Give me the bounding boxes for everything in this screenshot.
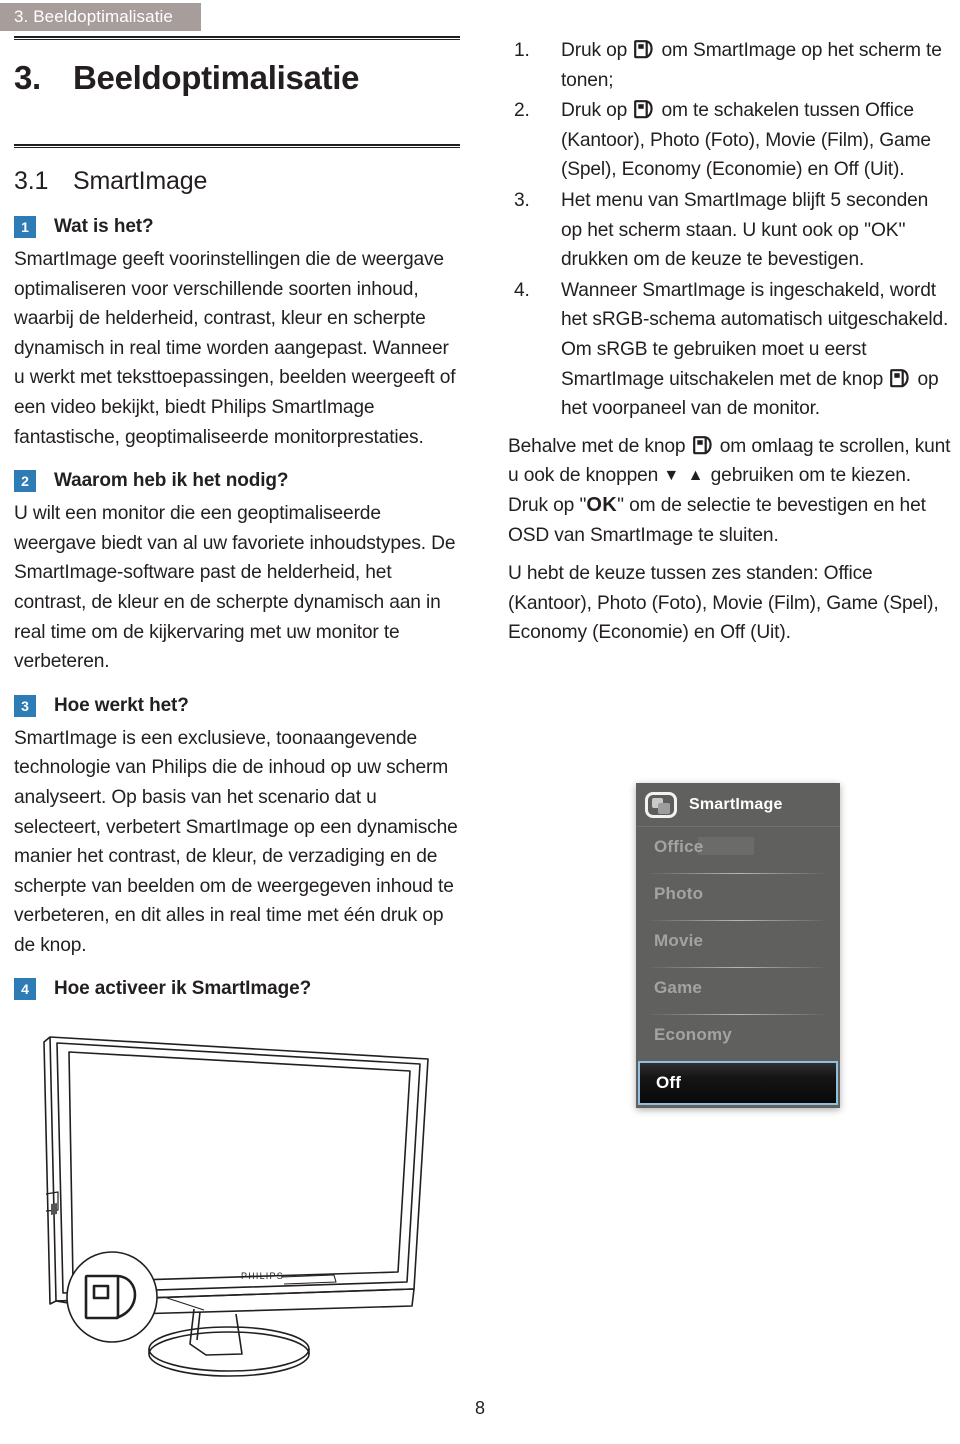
- right-column: 1. Druk op om SmartImage op het scherm te…: [508, 36, 952, 648]
- callout-circle: [66, 1251, 158, 1343]
- osd-item-economy[interactable]: Economy: [636, 1015, 840, 1059]
- osd-item-game-label: Game: [654, 978, 703, 997]
- step-item-1: 1. Druk op om SmartImage op het scherm te…: [508, 36, 952, 95]
- monitor-illustration: PHILIPS: [14, 1014, 460, 1396]
- step-marker-1: 1.: [514, 40, 530, 61]
- page-number: 8: [474, 1398, 485, 1418]
- subsection-label-2: Waarom heb ik het nodig?: [54, 470, 289, 492]
- badge-number-4: 4: [14, 978, 36, 1001]
- chapter-title: Beeldoptimalisatie: [73, 59, 360, 96]
- osd-item-economy-label: Economy: [654, 1025, 732, 1044]
- step-text-2a: Druk op: [561, 100, 633, 122]
- paragraph-how-it-works: SmartImage is een exclusieve, toonaangev…: [14, 727, 458, 956]
- smartimage-logo-icon: [645, 791, 677, 818]
- subsection-heading-2: 2 Waarom heb ik het nodig?: [14, 470, 460, 493]
- osd-title-bar: SmartImage: [636, 783, 840, 827]
- osd-item-photo-label: Photo: [654, 884, 704, 903]
- subsection-heading-4: 4 Hoe activeer ik SmartImage?: [14, 978, 460, 1001]
- osd-item-off-label: Off: [656, 1073, 682, 1092]
- smartimage-button-icon: [634, 40, 654, 59]
- section-number: 3.1: [14, 167, 49, 195]
- paragraph-six-modes: U hebt de keuze tussen zes standen: Offi…: [508, 563, 939, 644]
- smartimage-button-icon: [890, 368, 910, 388]
- osd-item-movie[interactable]: Movie: [636, 921, 840, 968]
- ok-button-label: OK: [586, 493, 617, 516]
- page-title: 3. Beeldoptimalisatie: [14, 56, 460, 100]
- osd-item-office-label: Office: [654, 837, 704, 856]
- down-up-arrow-icon: ▼ ▲: [663, 467, 706, 485]
- osd-item-game[interactable]: Game: [636, 968, 840, 1015]
- badge-number-1: 1: [14, 216, 36, 238]
- left-column: 3. Beeldoptimalisatie 3.1 SmartImage 1 Wat…: [14, 36, 460, 1007]
- monitor-brand-label: PHILIPS: [241, 1271, 284, 1281]
- subsection-label-1: Wat is het?: [54, 216, 154, 237]
- document-page: 3. Beeldoptimalisatie 3. Beeldoptimalisat…: [0, 0, 960, 1444]
- steps-list: 1. Druk op om SmartImage op het scherm te…: [508, 36, 952, 424]
- step-marker-4: 4.: [514, 279, 530, 301]
- section-title: 3.1 SmartImage: [14, 164, 460, 198]
- osd-title-label: SmartImage: [689, 795, 783, 813]
- osd-item-off-selected[interactable]: Off: [638, 1061, 838, 1105]
- subsection-label-4: Hoe activeer ik SmartImage?: [54, 978, 312, 1000]
- osd-item-photo[interactable]: Photo: [636, 874, 840, 921]
- paragraph-scroll-buttons: Behalve met de knop om omlaag te scrolle…: [508, 432, 952, 550]
- step-item-4: 4. Wanneer SmartImage is ingeschakeld, wo…: [508, 276, 952, 424]
- osd-item-office-bar: [698, 837, 754, 855]
- badge-number-3: 3: [14, 694, 36, 717]
- running-header: 3. Beeldoptimalisatie: [0, 3, 201, 31]
- subsection-heading-3: 3 Hoe werkt het?: [14, 694, 460, 717]
- osd-item-movie-label: Movie: [654, 931, 704, 950]
- scroll-text-1: Behalve met de knop: [508, 435, 691, 457]
- section-rule: [14, 144, 460, 148]
- smartimage-osd-menu[interactable]: SmartImage Office Photo Movie Game Econo…: [636, 783, 840, 1108]
- monitor-screen: [68, 1051, 411, 1283]
- subsection-label-3: Hoe werkt het?: [54, 694, 189, 716]
- osd-item-office[interactable]: Office: [636, 827, 840, 874]
- step-item-3: 3. Het menu van SmartImage blijft 5 secon…: [508, 186, 952, 275]
- step-marker-2: 2.: [514, 100, 530, 122]
- step-item-2: 2. Druk op om te schakelen tussen Office …: [508, 96, 952, 185]
- smartimage-button-icon: [692, 435, 713, 455]
- chapter-rule: [14, 36, 460, 40]
- section-title-text: SmartImage: [73, 167, 208, 195]
- subsection-heading-1: 1 Wat is het?: [14, 216, 460, 238]
- chapter-number: 3.: [14, 59, 41, 96]
- step-marker-3: 3.: [514, 189, 530, 211]
- step-text-1a: Druk op: [561, 40, 633, 61]
- paragraph-why-need-it: U wilt een monitor die een geoptimalisee…: [14, 503, 456, 673]
- badge-number-2: 2: [14, 470, 36, 493]
- smartimage-button-icon: [634, 100, 654, 119]
- step-text-3: Het menu van SmartImage blijft 5 seconde…: [561, 189, 929, 271]
- paragraph-what-is-it: SmartImage geeft voorinstellingen die de…: [14, 249, 456, 448]
